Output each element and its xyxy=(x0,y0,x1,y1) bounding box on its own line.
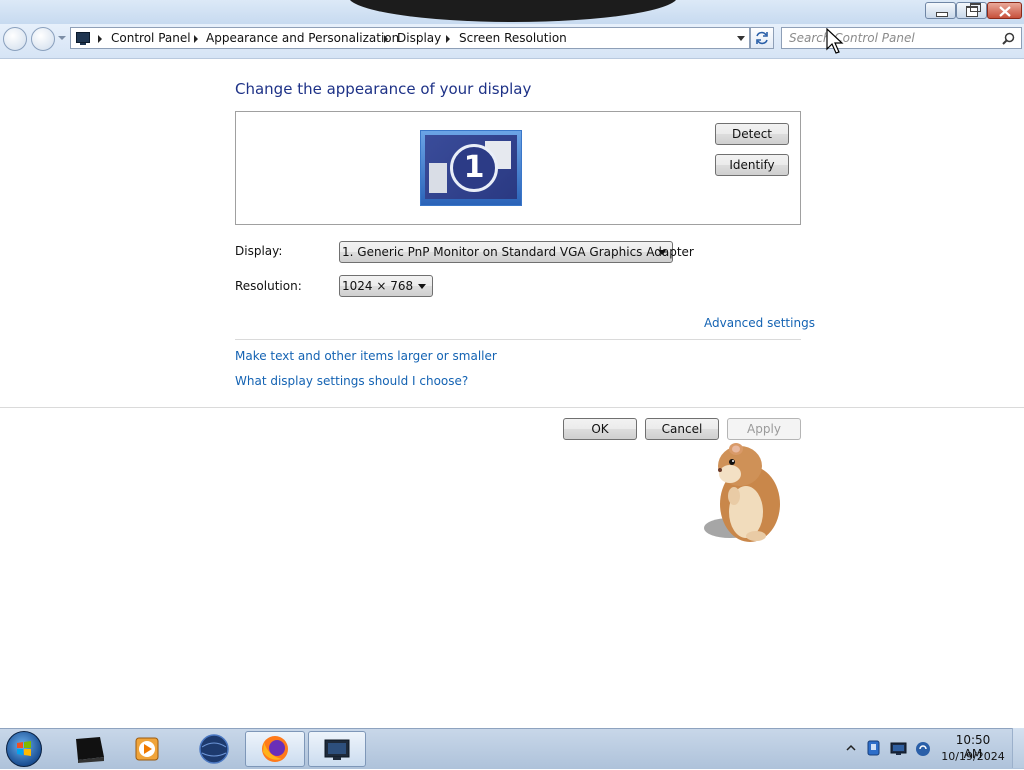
search-placeholder: Search Control Panel xyxy=(789,31,915,45)
restore-button[interactable] xyxy=(956,2,987,19)
mouse-cursor-icon xyxy=(826,28,844,54)
resolution-dropdown[interactable]: 1024 × 768 xyxy=(339,275,433,297)
ok-button[interactable]: OK xyxy=(563,418,637,440)
breadcrumb-arrow-icon[interactable] xyxy=(194,35,198,43)
hamster-pet-image[interactable] xyxy=(690,436,790,546)
breadcrumb-display[interactable]: Display xyxy=(397,31,441,45)
show-hidden-icons-icon[interactable] xyxy=(846,744,856,752)
back-button[interactable] xyxy=(3,27,27,51)
display-dropdown-value: 1. Generic PnP Monitor on Standard VGA G… xyxy=(342,245,694,259)
minimize-button[interactable] xyxy=(925,2,956,19)
display-dropdown[interactable]: 1. Generic PnP Monitor on Standard VGA G… xyxy=(339,241,694,263)
firefox-icon xyxy=(262,736,288,762)
address-dropdown-icon[interactable] xyxy=(737,36,745,41)
tray-status-icon[interactable] xyxy=(914,740,932,758)
detect-button[interactable]: Detect xyxy=(715,123,789,145)
display-window-icon xyxy=(324,739,350,760)
advanced-settings-link[interactable]: Advanced settings xyxy=(704,316,815,330)
taskbar-network-app[interactable] xyxy=(184,731,242,767)
monitor-screen: 1 xyxy=(425,135,517,199)
breadcrumb-arrow-icon[interactable] xyxy=(98,35,102,43)
taskbar-firefox[interactable] xyxy=(245,731,305,767)
chevron-down-icon xyxy=(658,250,666,255)
refresh-button[interactable] xyxy=(750,27,774,49)
tray-device-icon[interactable] xyxy=(866,740,882,758)
clock-date[interactable]: 10/19/2024 xyxy=(940,750,1006,763)
top-decoration xyxy=(348,0,678,22)
globe-icon xyxy=(199,734,229,764)
monitor-window-graphic xyxy=(429,163,447,193)
close-button[interactable] xyxy=(987,2,1022,19)
vlc-icon xyxy=(135,737,159,761)
breadcrumb-appearance[interactable]: Appearance and Personalization xyxy=(206,31,399,45)
breadcrumb-arrow-icon[interactable] xyxy=(384,35,388,43)
forward-button[interactable] xyxy=(31,27,55,51)
text-size-link[interactable]: Make text and other items larger or smal… xyxy=(235,349,497,363)
search-input[interactable]: Search Control Panel xyxy=(781,27,1022,49)
refresh-icon xyxy=(756,31,768,45)
display-label: Display: xyxy=(235,244,283,258)
media-icon xyxy=(76,737,104,763)
monitor-number-badge: 1 xyxy=(450,144,498,192)
restore-icon xyxy=(966,3,981,17)
section-divider xyxy=(235,339,801,340)
close-icon xyxy=(999,6,1011,17)
search-icon[interactable] xyxy=(1002,32,1015,45)
taskbar-display-window[interactable] xyxy=(308,731,366,767)
footer-divider xyxy=(0,407,1024,408)
taskbar-media-app[interactable] xyxy=(60,731,118,767)
page-title: Change the appearance of your display xyxy=(235,80,532,98)
taskbar-player-app[interactable] xyxy=(118,731,176,767)
show-desktop-button[interactable] xyxy=(1012,728,1024,768)
recent-pages-dropdown[interactable] xyxy=(58,36,66,40)
resolution-label: Resolution: xyxy=(235,279,302,293)
chevron-down-icon xyxy=(418,284,426,289)
breadcrumb-control-panel[interactable]: Control Panel xyxy=(111,31,191,45)
resolution-dropdown-value: 1024 × 768 xyxy=(342,279,414,293)
breadcrumb-arrow-icon[interactable] xyxy=(446,35,450,43)
address-bar[interactable]: Control Panel Appearance and Personaliza… xyxy=(70,27,750,49)
control-panel-icon xyxy=(76,32,90,45)
navigation-bar: Control Panel Appearance and Personaliza… xyxy=(0,24,1024,59)
monitor-1-thumbnail[interactable]: 1 xyxy=(420,130,522,206)
display-help-link[interactable]: What display settings should I choose? xyxy=(235,374,468,388)
breadcrumb-screen-resolution[interactable]: Screen Resolution xyxy=(459,31,567,45)
taskbar xyxy=(0,728,1024,769)
network-icon[interactable] xyxy=(890,741,908,757)
windows-logo-icon xyxy=(17,741,31,756)
display-preview-area: 1 Detect Identify xyxy=(235,111,801,225)
identify-button[interactable]: Identify xyxy=(715,154,789,176)
window-title-bar xyxy=(0,0,1024,24)
start-button[interactable] xyxy=(6,731,42,767)
